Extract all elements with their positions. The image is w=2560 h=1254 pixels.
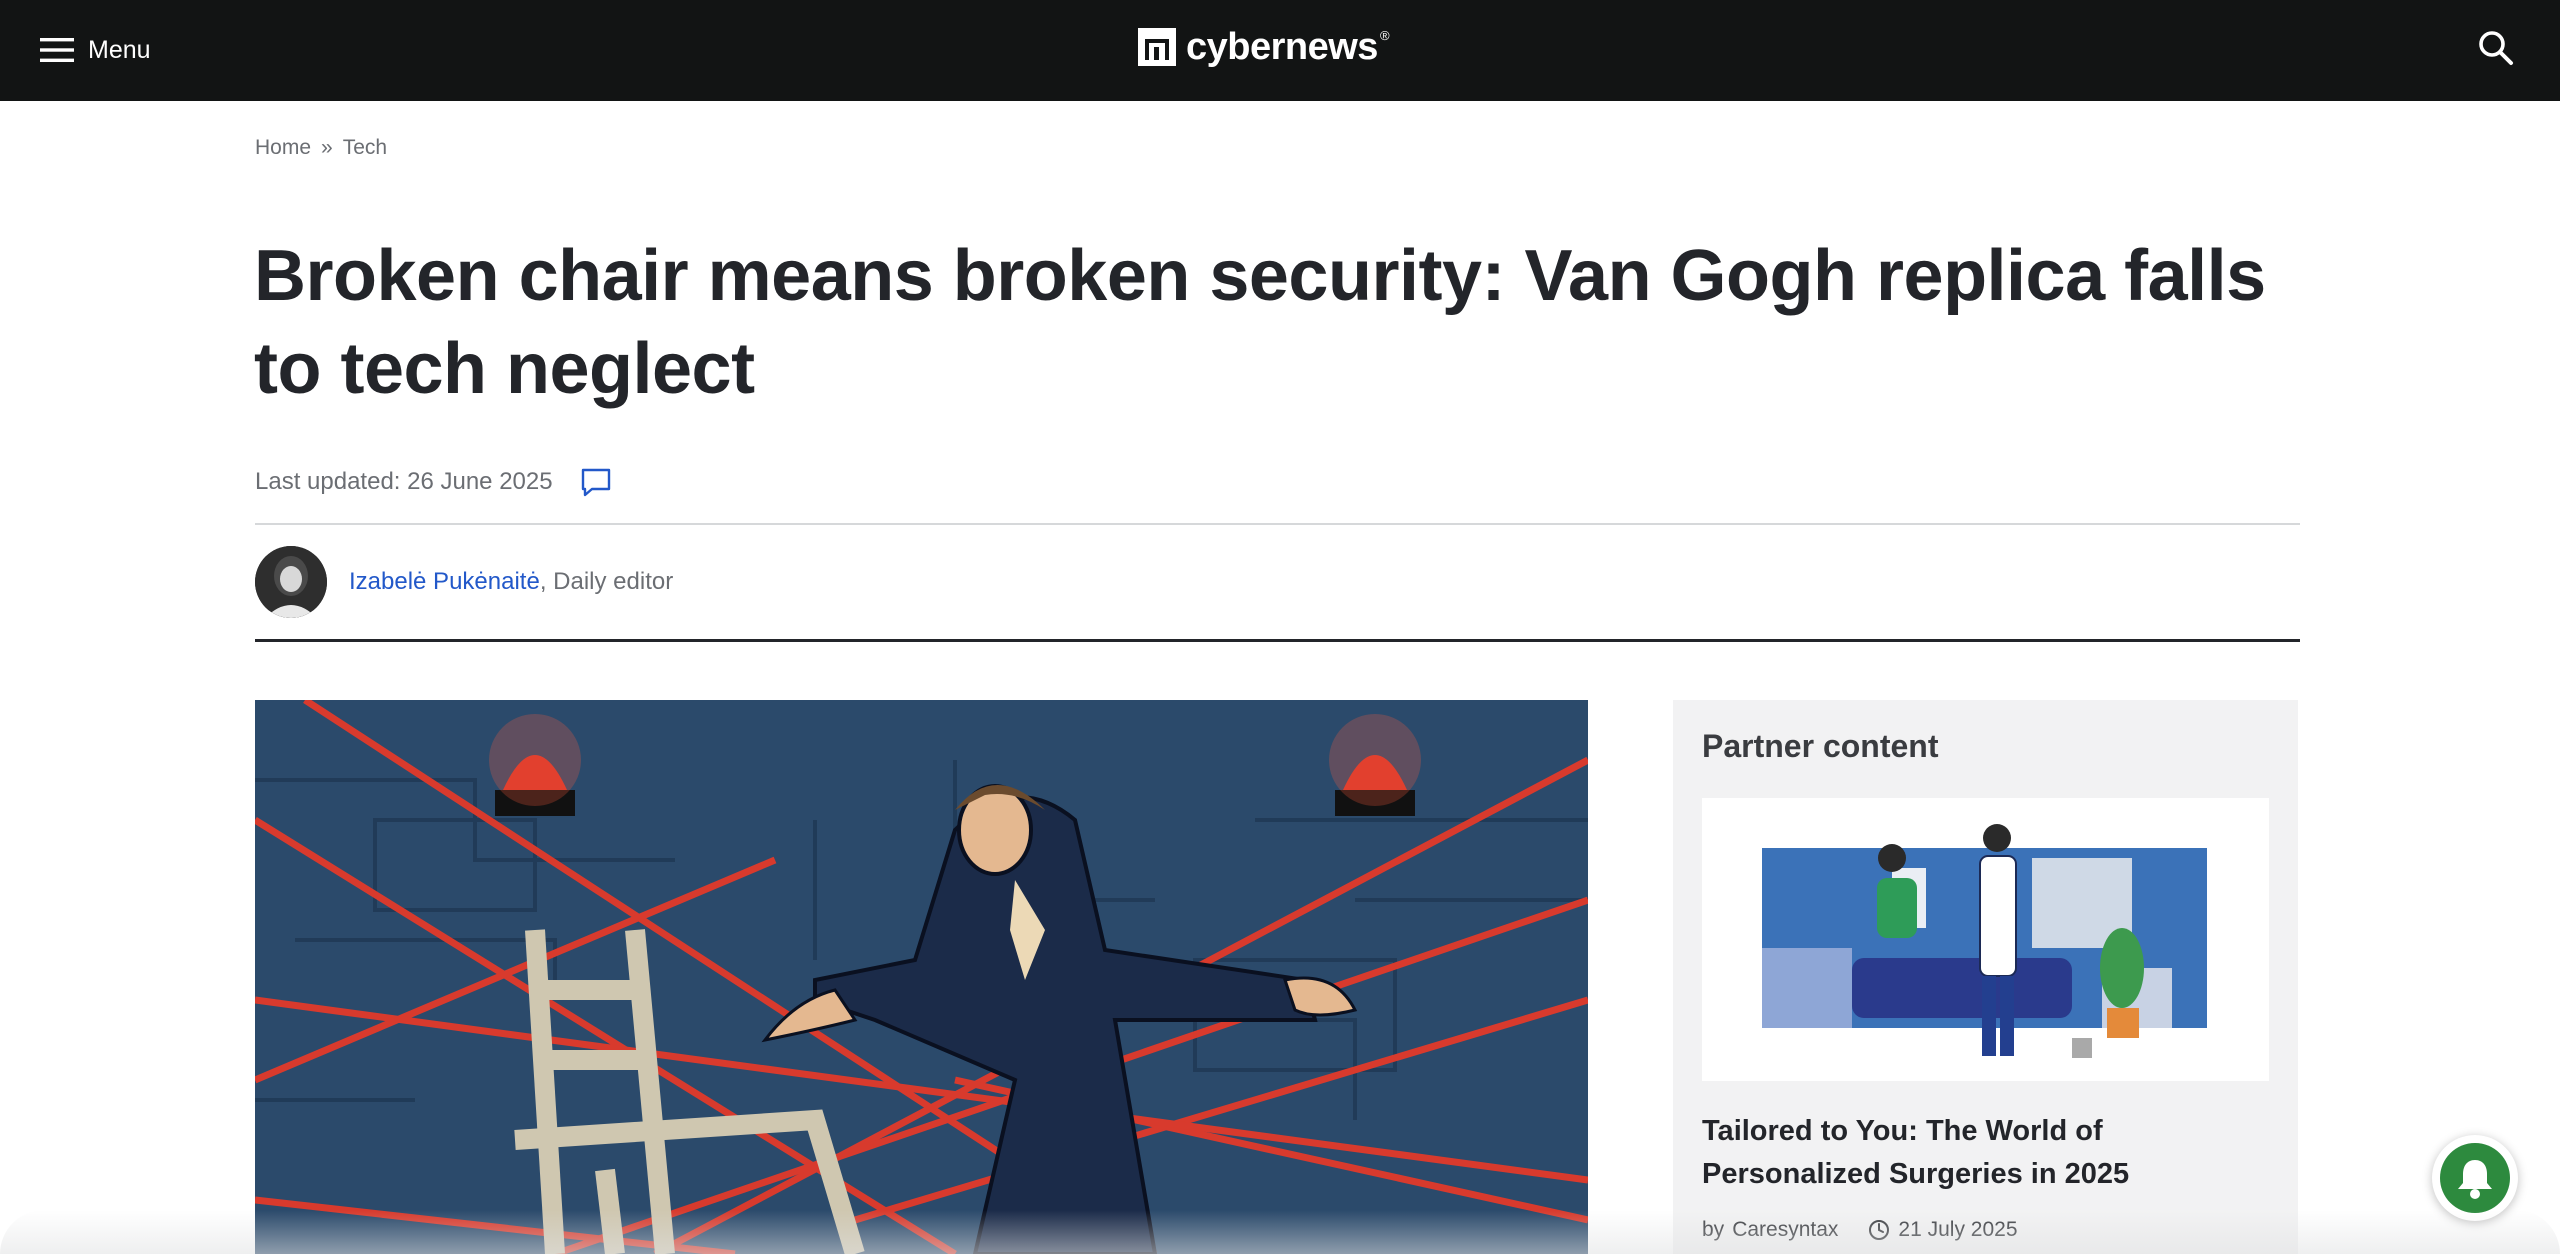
menu-label: Menu (88, 35, 151, 64)
cybernews-logo[interactable]: cybernews ® (1138, 24, 1390, 70)
comment-icon[interactable] (579, 465, 613, 499)
breadcrumb: Home » Tech (255, 133, 387, 163)
breadcrumb-tech-link[interactable]: Tech (343, 136, 387, 160)
logo-text: cybernews (1186, 25, 1378, 68)
author-byline: Izabelė Pukėnaitė, Daily editor (255, 546, 673, 618)
author-name-link[interactable]: Izabelė Pukėnaitė (349, 568, 540, 595)
author-role: , Daily editor (539, 568, 674, 595)
menu-button[interactable]: Menu (40, 30, 151, 70)
breadcrumb-separator: » (321, 136, 333, 159)
partner-illustration (1702, 798, 2269, 1081)
partner-source[interactable]: Caresyntax (1732, 1218, 1838, 1242)
cybernews-logo-icon (1138, 28, 1176, 66)
partner-content-heading: Partner content (1702, 728, 1939, 764)
partner-card-date: 21 July 2025 (1898, 1218, 2018, 1241)
article-hero-image (255, 700, 1588, 1254)
partner-card-image[interactable] (1702, 798, 2269, 1081)
meta-divider (255, 523, 2300, 525)
by-label: by (1702, 1218, 1725, 1241)
partner-card-title[interactable]: Tailored to You: The World of Personaliz… (1702, 1110, 2269, 1196)
article-title: Broken chair means broken security: Van … (254, 236, 2266, 409)
logo-registered-mark: ® (1379, 27, 1390, 43)
top-navigation-bar: Menu cybernews ® (0, 0, 2560, 101)
author-portrait (255, 546, 327, 618)
last-updated-date: Last updated: 26 June 2025 (255, 468, 553, 495)
search-button[interactable] (2476, 28, 2516, 68)
notification-bell-button[interactable] (2432, 1135, 2518, 1221)
hamburger-icon (40, 38, 74, 62)
byline-divider (255, 639, 2300, 642)
partner-card-meta: by Caresyntax 21 July 2025 (1702, 1218, 2018, 1242)
search-icon (2479, 31, 2513, 65)
clock-icon (1869, 1220, 1890, 1240)
bell-icon (2458, 1160, 2492, 1199)
article-meta: Last updated: 26 June 2025 (255, 462, 613, 502)
breadcrumb-home-link[interactable]: Home (255, 136, 311, 160)
hero-illustration (255, 700, 1588, 1254)
partner-content-panel: Partner content Tailored to You: The Wor… (1673, 700, 2298, 1254)
author-avatar[interactable] (255, 546, 327, 618)
